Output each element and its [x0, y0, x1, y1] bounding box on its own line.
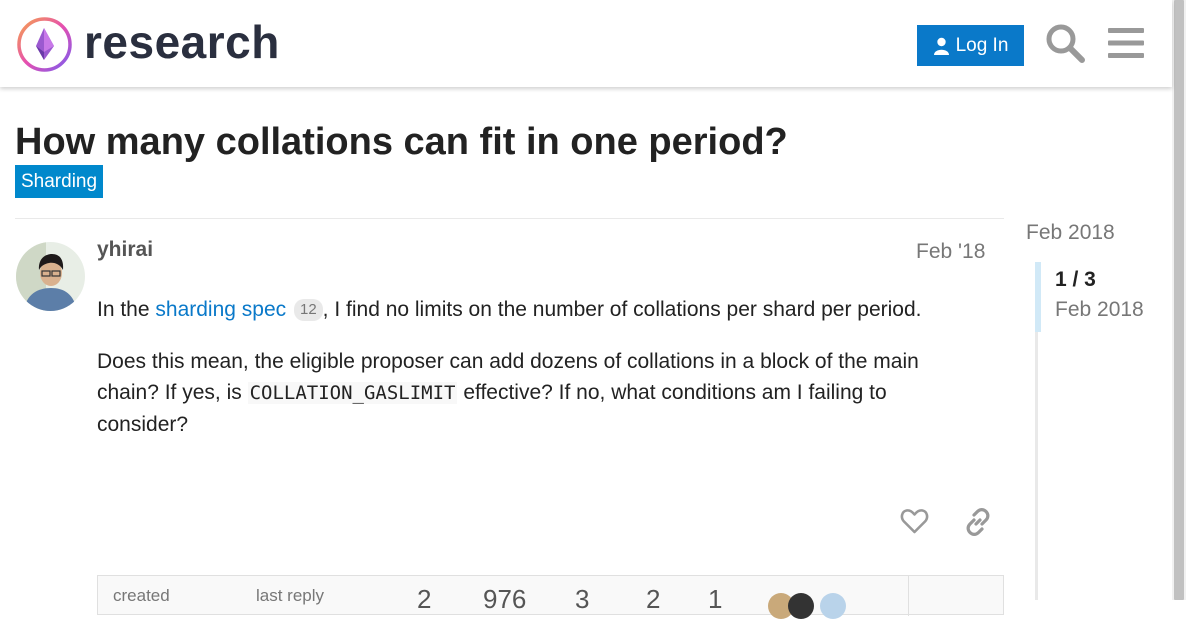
link-click-count: 12 [293, 299, 323, 321]
avatar[interactable] [16, 242, 85, 311]
title-divider [15, 218, 1004, 219]
inline-code: COLLATION_GASLIMIT [247, 382, 458, 404]
site-header: research Log In [0, 0, 1172, 87]
topic-title[interactable]: How many collations can fit in one perio… [15, 118, 788, 166]
post-paragraph: In the sharding spec 12, I find no limit… [97, 294, 977, 325]
login-button[interactable]: Log In [917, 25, 1024, 66]
timeline-position: 1 / 3 [1055, 268, 1096, 291]
post-paragraph: Does this mean, the eligible proposer ca… [97, 346, 977, 440]
participant-avatar[interactable] [820, 593, 846, 619]
scrollbar-thumb[interactable] [1174, 0, 1184, 600]
user-icon [933, 37, 949, 55]
search-icon[interactable] [1045, 23, 1085, 63]
post-date[interactable]: Feb '18 [916, 240, 985, 264]
site-brand[interactable]: research [84, 14, 280, 70]
post-text: , I find no limits on the number of coll… [322, 298, 922, 321]
post-username[interactable]: yhirai [97, 238, 153, 262]
user-avatar-image [16, 242, 85, 311]
participant-avatar[interactable] [788, 593, 814, 619]
heart-icon[interactable] [900, 507, 929, 535]
link-icon[interactable] [963, 507, 993, 537]
topic-map: created last reply 2 976 3 2 1 [97, 575, 1004, 619]
hamburger-menu-icon[interactable] [1108, 26, 1144, 60]
timeline-start-date[interactable]: Feb 2018 [1026, 221, 1115, 245]
login-label: Log In [955, 34, 1009, 56]
timeline-handle[interactable] [1035, 262, 1041, 332]
timeline-current-date: Feb 2018 [1055, 298, 1144, 321]
post-body: In the sharding spec 12, I find no limit… [97, 294, 977, 461]
topic-map-separator [908, 576, 909, 616]
sharding-spec-link[interactable]: sharding spec [155, 298, 286, 321]
category-badge[interactable]: Sharding [15, 165, 104, 198]
page-scrollbar[interactable] [1172, 0, 1186, 600]
site-logo-icon[interactable] [16, 16, 73, 73]
post-text: In the [97, 298, 156, 321]
last-reply-label: last reply [256, 586, 325, 605]
created-label: created [113, 586, 170, 605]
